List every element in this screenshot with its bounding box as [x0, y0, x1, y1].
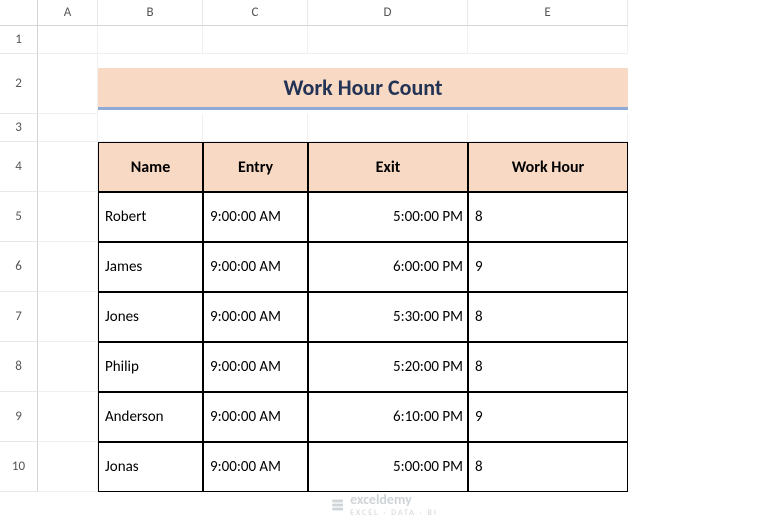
cell-e1[interactable]	[468, 26, 628, 54]
row-header-6[interactable]: 6	[0, 242, 38, 292]
table-row[interactable]: 8	[468, 192, 628, 242]
row-header-2[interactable]: 2	[0, 54, 38, 114]
cell-a9[interactable]	[38, 392, 98, 442]
table-row[interactable]: Anderson	[98, 392, 203, 442]
table-row[interactable]: Jones	[98, 292, 203, 342]
cell-e3[interactable]	[468, 114, 628, 142]
row-header-1[interactable]: 1	[0, 26, 38, 54]
row-header-5[interactable]: 5	[0, 192, 38, 242]
col-header-a[interactable]: A	[38, 0, 98, 26]
cell-a6[interactable]	[38, 242, 98, 292]
table-row[interactable]: Philip	[98, 342, 203, 392]
table-row[interactable]: 9:00:00 AM	[203, 442, 308, 492]
watermark-brand: exceldemy	[350, 491, 438, 508]
row-header-10[interactable]: 10	[0, 442, 38, 492]
table-row[interactable]: James	[98, 242, 203, 292]
watermark: exceldemy EXCEL · DATA · BI	[329, 491, 438, 518]
row-header-8[interactable]: 8	[0, 342, 38, 392]
table-row[interactable]: 9:00:00 AM	[203, 242, 308, 292]
table-row[interactable]: 9:00:00 AM	[203, 342, 308, 392]
table-row[interactable]: 5:30:00 PM	[308, 292, 468, 342]
cell-a8[interactable]	[38, 342, 98, 392]
watermark-icon	[329, 497, 345, 513]
cell-a5[interactable]	[38, 192, 98, 242]
cell-a7[interactable]	[38, 292, 98, 342]
cell-a3[interactable]	[38, 114, 98, 142]
cell-d1[interactable]	[308, 26, 468, 54]
cell-a1[interactable]	[38, 26, 98, 54]
col-header-e[interactable]: E	[468, 0, 628, 26]
table-row[interactable]: 6:10:00 PM	[308, 392, 468, 442]
table-row[interactable]: Robert	[98, 192, 203, 242]
col-header-c[interactable]: C	[203, 0, 308, 26]
header-name[interactable]: Name	[98, 142, 203, 192]
header-workhour[interactable]: Work Hour	[468, 142, 628, 192]
cell-c1[interactable]	[203, 26, 308, 54]
table-row[interactable]: 5:20:00 PM	[308, 342, 468, 392]
watermark-sub: EXCEL · DATA · BI	[350, 508, 438, 518]
cell-a2[interactable]	[38, 54, 98, 114]
row-header-9[interactable]: 9	[0, 392, 38, 442]
header-exit[interactable]: Exit	[308, 142, 468, 192]
row-header-3[interactable]: 3	[0, 114, 38, 142]
table-row[interactable]: 8	[468, 342, 628, 392]
table-row[interactable]: 9:00:00 AM	[203, 192, 308, 242]
row-header-7[interactable]: 7	[0, 292, 38, 342]
cell-a4[interactable]	[38, 142, 98, 192]
spreadsheet-grid: A B C D E 1 2 Work Hour Count 3 4 Name E…	[0, 0, 767, 492]
row-header-4[interactable]: 4	[0, 142, 38, 192]
header-entry[interactable]: Entry	[203, 142, 308, 192]
table-row[interactable]: 9	[468, 242, 628, 292]
cell-c3[interactable]	[203, 114, 308, 142]
table-row[interactable]: 5:00:00 PM	[308, 192, 468, 242]
title-cell[interactable]: Work Hour Count	[98, 68, 628, 110]
cell-d3[interactable]	[308, 114, 468, 142]
table-row[interactable]: 6:00:00 PM	[308, 242, 468, 292]
table-row[interactable]: 9:00:00 AM	[203, 392, 308, 442]
cell-b3[interactable]	[98, 114, 203, 142]
table-row[interactable]: 8	[468, 442, 628, 492]
table-row[interactable]: 9:00:00 AM	[203, 292, 308, 342]
table-row[interactable]: 9	[468, 392, 628, 442]
corner-cell[interactable]	[0, 0, 38, 26]
table-row[interactable]: 5:00:00 PM	[308, 442, 468, 492]
table-row[interactable]: 8	[468, 292, 628, 342]
table-row[interactable]: Jonas	[98, 442, 203, 492]
cell-b1[interactable]	[98, 26, 203, 54]
col-header-d[interactable]: D	[308, 0, 468, 26]
col-header-b[interactable]: B	[98, 0, 203, 26]
cell-a10[interactable]	[38, 442, 98, 492]
